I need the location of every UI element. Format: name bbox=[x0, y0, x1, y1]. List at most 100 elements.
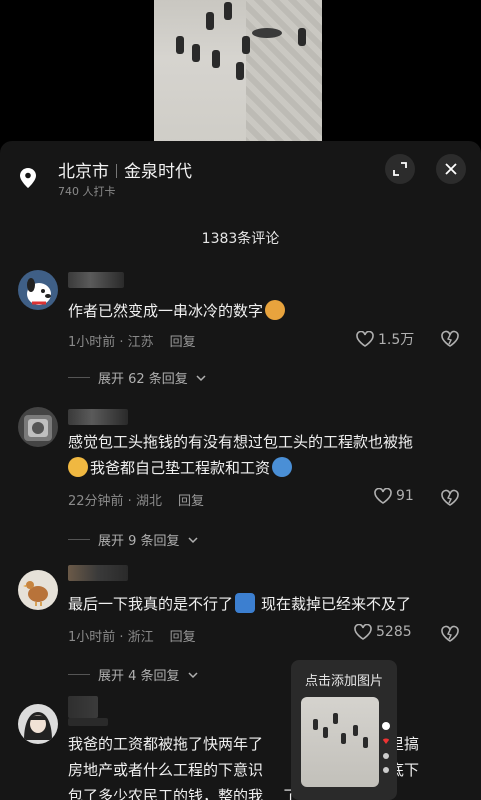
username-blurred[interactable] bbox=[68, 565, 128, 581]
dislike-icon[interactable] bbox=[441, 489, 459, 507]
comment-time-region: 1小时前 · 江苏 bbox=[68, 335, 154, 350]
comment-text-line: 感觉包工头拖钱的有没有想过包工头的工程款也被拖 bbox=[68, 433, 414, 451]
comment-text-content: 现在裁掉已经来不及了 bbox=[261, 595, 412, 613]
video-player[interactable] bbox=[0, 0, 481, 145]
add-image-popover[interactable]: 点击添加图片 bbox=[291, 660, 397, 800]
expand-replies[interactable]: 展开 9 条回复 bbox=[68, 530, 198, 549]
video-frame bbox=[154, 0, 322, 145]
comment-text-content: 作者已然变成一串冰冷的数字 bbox=[68, 302, 264, 320]
reply-button[interactable]: 回复 bbox=[170, 630, 196, 645]
expand-replies-label: 展开 62 条回复 bbox=[98, 372, 188, 387]
avatar[interactable] bbox=[18, 704, 58, 744]
thumb-person bbox=[363, 737, 368, 748]
chevron-down-icon bbox=[188, 671, 198, 678]
close-button[interactable] bbox=[436, 154, 466, 184]
comment-meta: 1小时前 · 浙江 回复 bbox=[68, 626, 196, 645]
thumb-person bbox=[313, 719, 318, 730]
comment-time-region: 1小时前 · 浙江 bbox=[68, 630, 154, 645]
comment-meta: 22分钟前 · 湖北 回复 bbox=[68, 490, 204, 509]
comment-text-line: 房地产或者什么工程的下意识道手底下 bbox=[68, 757, 468, 783]
location-city: 北京市 bbox=[58, 162, 109, 182]
video-pavement bbox=[246, 0, 322, 145]
like-button[interactable]: 5285 bbox=[354, 624, 412, 640]
username-blurred[interactable] bbox=[68, 409, 128, 425]
thumb-person bbox=[323, 727, 328, 738]
comment-sheet: 北京市 金泉时代 740 人打卡 1383条评论 作者已然变成一串冰冷的数字 1小… bbox=[0, 141, 481, 800]
side-action-icons bbox=[382, 722, 390, 773]
comment-text: 我爸的工资都被拖了快两年了到家里搞 房地产或者什么工程的下意识道手底下 包了多少… bbox=[68, 731, 468, 800]
add-image-label: 点击添加图片 bbox=[304, 674, 383, 689]
avatar[interactable] bbox=[18, 407, 58, 447]
heart-icon bbox=[356, 331, 374, 347]
comment-text: 感觉包工头拖钱的有没有想过包工头的工程款也被拖 我爸都自己垫工程款和工资 bbox=[68, 429, 468, 481]
comments-count: 1383条评论 bbox=[201, 231, 280, 247]
username-blurred[interactable] bbox=[68, 696, 98, 718]
dislike-icon[interactable] bbox=[441, 625, 459, 643]
sweat-emoji-icon bbox=[68, 457, 88, 477]
heart-icon bbox=[354, 624, 372, 640]
chevron-down-icon bbox=[188, 536, 198, 543]
expand-replies[interactable]: 展开 4 条回复 bbox=[68, 665, 198, 684]
dog-avatar-icon bbox=[27, 278, 51, 305]
title-divider bbox=[116, 164, 117, 178]
comment-text-line: 我爸都自己垫工程款和工资 bbox=[68, 455, 468, 481]
like-count: 1.5万 bbox=[378, 332, 415, 348]
divider-line bbox=[68, 377, 90, 378]
comment-text: 最后一下我真的是不行了 现在裁掉已经来不及了 bbox=[68, 591, 468, 617]
dislike-icon[interactable] bbox=[441, 330, 459, 348]
wave-emoji-icon bbox=[235, 593, 256, 613]
glass-avatar-icon bbox=[24, 415, 52, 441]
reply-button[interactable]: 回复 bbox=[178, 494, 204, 509]
location-pin-icon bbox=[20, 168, 36, 188]
reply-button[interactable]: 回复 bbox=[170, 335, 196, 350]
comment-text: 作者已然变成一串冰冷的数字 bbox=[68, 298, 468, 324]
video-person bbox=[298, 28, 306, 46]
comment-text-content: 房地产或者什么工程的下意识 bbox=[68, 761, 264, 779]
avatar[interactable] bbox=[18, 570, 58, 610]
checkin-count: 740 人打卡 bbox=[58, 185, 116, 198]
username-blurred[interactable] bbox=[68, 272, 124, 288]
girl-avatar-icon bbox=[24, 712, 52, 740]
expand-button[interactable] bbox=[385, 154, 415, 184]
expand-replies[interactable]: 展开 62 条回复 bbox=[68, 368, 206, 387]
blush-emoji-icon bbox=[265, 300, 286, 320]
image-thumbnail[interactable] bbox=[301, 697, 379, 787]
thumb-person bbox=[353, 725, 358, 736]
username-blurred bbox=[68, 718, 108, 726]
like-count: 5285 bbox=[376, 624, 412, 640]
avatar[interactable] bbox=[18, 270, 58, 310]
like-count: 91 bbox=[396, 488, 414, 504]
video-person bbox=[206, 12, 214, 30]
thumb-person bbox=[341, 733, 346, 744]
comment-meta: 1小时前 · 江苏 回复 bbox=[68, 331, 196, 350]
like-button[interactable]: 91 bbox=[374, 488, 414, 504]
expand-replies-label: 展开 4 条回复 bbox=[98, 669, 180, 684]
expand-icon bbox=[393, 162, 407, 176]
video-object bbox=[252, 28, 282, 38]
comment-text-content: 最后一下我真的是不行了 bbox=[68, 595, 234, 613]
comment-text-content: 我爸都自己垫工程款和工资 bbox=[90, 459, 271, 477]
video-person bbox=[242, 36, 250, 54]
expand-replies-label: 展开 9 条回复 bbox=[98, 534, 180, 549]
comment-text-line: 包了多少农民工的钱，整的我了 bbox=[68, 783, 468, 800]
comment-time-region: 22分钟前 · 湖北 bbox=[68, 494, 162, 509]
video-person bbox=[212, 50, 220, 68]
close-icon bbox=[445, 163, 457, 175]
chicken-avatar-icon bbox=[23, 581, 48, 606]
divider-line bbox=[68, 674, 90, 675]
like-button[interactable]: 1.5万 bbox=[356, 329, 414, 349]
location-place: 金泉时代 bbox=[124, 162, 192, 182]
location-title: 北京市 金泉时代 bbox=[58, 157, 192, 182]
comment-text-content: 包了多少农民工的钱，整的我 bbox=[68, 787, 264, 800]
comment-text-line: 我爸的工资都被拖了快两年了到家里搞 bbox=[68, 731, 468, 757]
video-person bbox=[224, 2, 232, 20]
comment-text-content: 我爸的工资都被拖了快两年了 bbox=[68, 735, 264, 753]
video-person bbox=[176, 36, 184, 54]
thumb-person bbox=[333, 713, 338, 724]
heart-icon bbox=[374, 488, 392, 504]
video-person bbox=[192, 44, 200, 62]
divider-line bbox=[68, 539, 90, 540]
video-person bbox=[236, 62, 244, 80]
cry-emoji-icon bbox=[272, 457, 293, 477]
chevron-down-icon bbox=[196, 374, 206, 381]
